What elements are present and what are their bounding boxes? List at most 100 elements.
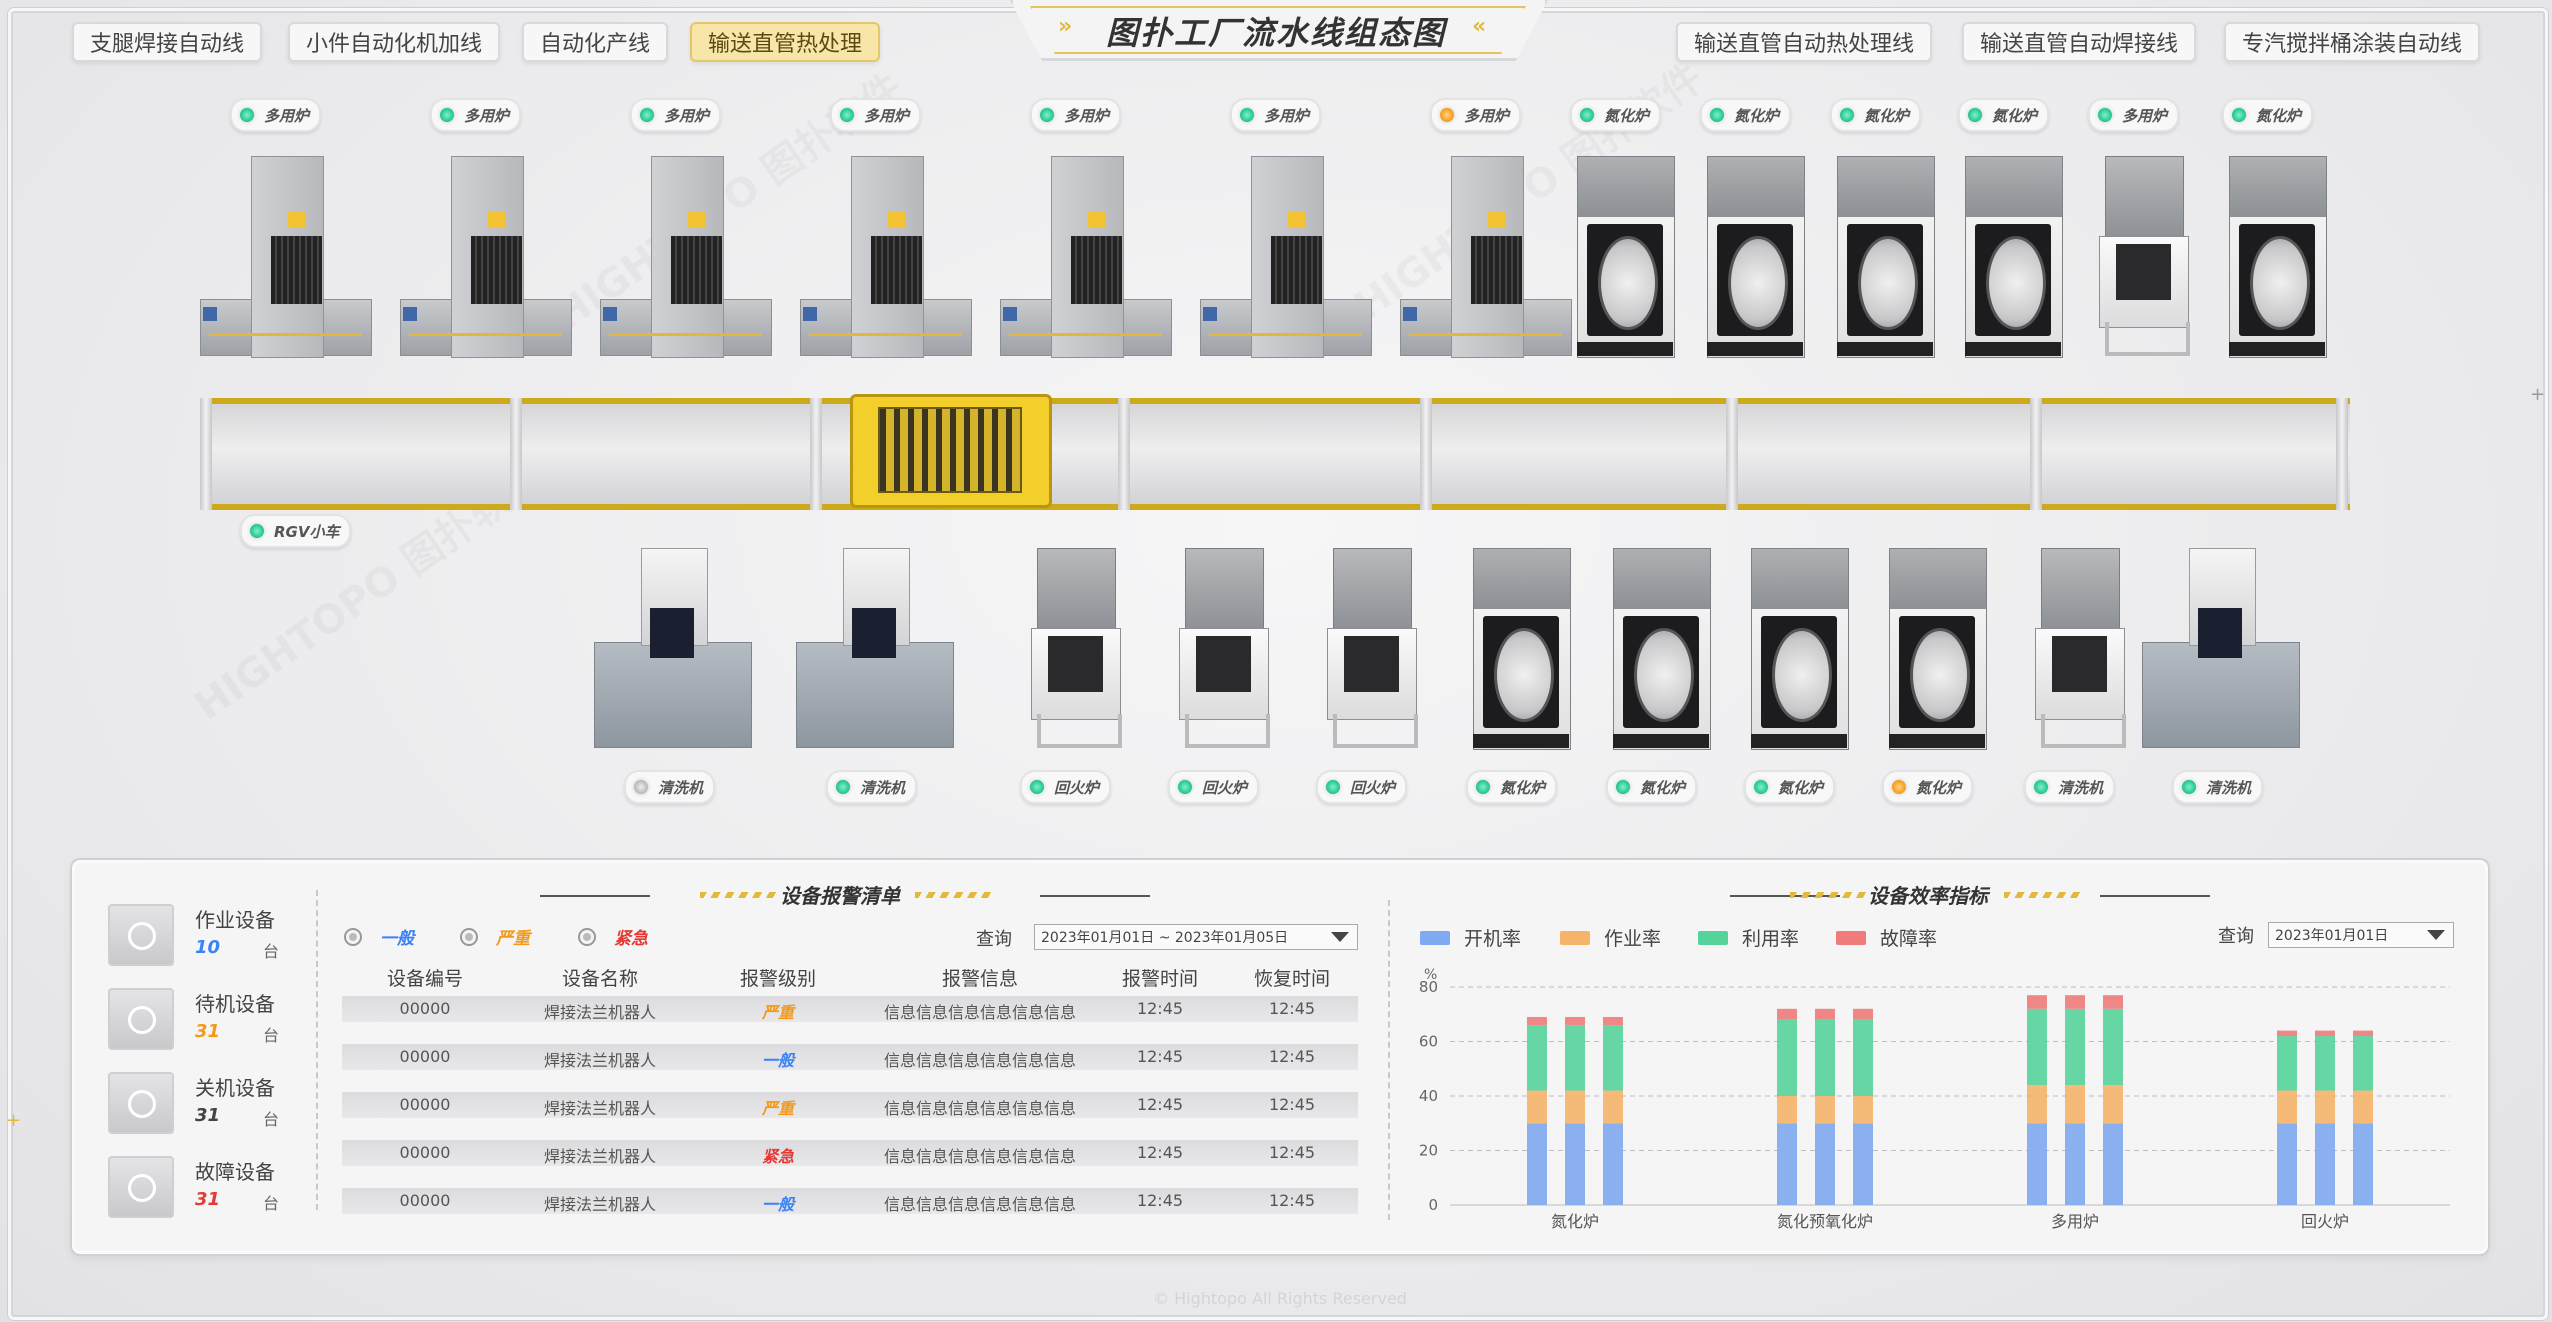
bar-segment[interactable] [2277,1123,2297,1205]
bar-segment[interactable] [2353,1090,2373,1124]
bar-segment[interactable] [1853,1019,1873,1096]
bar-segment[interactable] [2065,1085,2085,1124]
bar-segment[interactable] [1527,1123,1547,1205]
table-row[interactable]: 00000 焊接法兰机器人 严重 信息信息信息信息信息信息 12:45 12:45 [342,1092,1358,1118]
legend-item[interactable]: 利用率 [1698,924,1799,951]
bar-segment[interactable] [1853,1123,1873,1205]
bar-segment[interactable] [1777,1008,1797,1020]
furnace-machine[interactable] [1000,156,1172,358]
table-row[interactable]: 00000 焊接法兰机器人 一般 信息信息信息信息信息信息 12:45 12:45 [342,1188,1358,1214]
bar-segment[interactable] [1853,1008,1873,1020]
machine-label[interactable]: 氮化炉 [1466,770,1558,804]
machine-label[interactable]: 氮化炉 [1570,98,1662,132]
bar-segment[interactable] [2027,1085,2047,1124]
table-row[interactable]: 00000 焊接法兰机器人 一般 信息信息信息信息信息信息 12:45 12:45 [342,1044,1358,1070]
nitride-machine[interactable] [1837,156,1935,358]
nitride-machine[interactable] [1473,548,1571,750]
bar-segment[interactable] [1527,1090,1547,1124]
machine-label[interactable]: 氮化炉 [1744,770,1836,804]
legend-item[interactable]: 开机率 [1420,924,1521,951]
machine-label[interactable]: 多用炉 [630,98,722,132]
nitride-machine[interactable] [1751,548,1849,750]
tab-tuzhuang-line[interactable]: 专汽搅拌桶涂装自动线 [2224,22,2481,62]
tempering-machine[interactable] [1020,548,1130,748]
alarm-date-range-select[interactable]: 2023年01月01日 ~ 2023年01月05日 [1034,924,1358,950]
nitride-machine[interactable] [2229,156,2327,358]
machine-label[interactable]: 氮化炉 [2222,98,2314,132]
bar-segment[interactable] [2027,995,2047,1009]
machine-label[interactable]: 多用炉 [1430,98,1522,132]
bar-segment[interactable] [1777,1096,1797,1124]
nitride-machine[interactable] [1707,156,1805,358]
washer-machine[interactable] [2142,548,2300,748]
furnace-machine[interactable] [600,156,772,358]
bar-segment[interactable] [2027,1008,2047,1086]
machine-label[interactable]: 清洗机 [624,770,716,804]
filter-serious[interactable]: 严重 [460,924,530,949]
machine-label[interactable]: 清洗机 [2172,770,2264,804]
furnace-machine[interactable] [1200,156,1372,358]
filter-normal[interactable]: 一般 [344,924,414,949]
table-row[interactable]: 00000 焊接法兰机器人 紧急 信息信息信息信息信息信息 12:45 12:45 [342,1140,1358,1166]
machine-label[interactable]: 多用炉 [830,98,922,132]
machine-label[interactable]: 多用炉 [430,98,522,132]
bar-segment[interactable] [1565,1016,1585,1026]
bar-segment[interactable] [2065,1123,2085,1205]
bar-segment[interactable] [2315,1030,2335,1037]
bar-segment[interactable] [1603,1016,1623,1026]
bar-segment[interactable] [2277,1090,2297,1124]
machine-label[interactable]: 回火炉 [1168,770,1260,804]
nitride-machine[interactable] [1613,548,1711,750]
tempering-machine[interactable] [2024,548,2134,748]
bar-segment[interactable] [1603,1025,1623,1091]
bar-segment[interactable] [1815,1019,1835,1096]
bar-segment[interactable] [1815,1096,1835,1124]
washer-machine[interactable] [796,548,954,748]
bar-segment[interactable] [1565,1090,1585,1124]
bar-segment[interactable] [2103,1085,2123,1124]
furnace-machine[interactable] [200,156,372,358]
machine-label[interactable]: 回火炉 [1316,770,1408,804]
bar-segment[interactable] [1565,1123,1585,1205]
machine-label[interactable]: 多用炉 [230,98,322,132]
bar-segment[interactable] [2353,1030,2373,1037]
bar-segment[interactable] [1853,1096,1873,1124]
tab-xiaojian[interactable]: 小件自动化机加线 [288,22,501,62]
bar-segment[interactable] [1565,1025,1585,1091]
tab-rechuli[interactable]: 输送直管热处理 [690,22,881,62]
rgv-cart[interactable] [850,394,1052,508]
machine-label[interactable]: 多用炉 [2088,98,2180,132]
machine-label[interactable]: 多用炉 [1230,98,1322,132]
bar-segment[interactable] [1527,1016,1547,1026]
bar-segment[interactable] [1603,1123,1623,1205]
bar-segment[interactable] [1777,1123,1797,1205]
bar-segment[interactable] [2277,1036,2297,1091]
bar-segment[interactable] [2315,1036,2335,1091]
bar-segment[interactable] [2315,1123,2335,1205]
table-row[interactable]: 00000 焊接法兰机器人 严重 信息信息信息信息信息信息 12:45 12:45 [342,996,1358,1022]
efficiency-date-select[interactable]: 2023年01月01日 [2268,922,2454,948]
tempering-machine[interactable] [1316,548,1426,748]
bar-segment[interactable] [2103,1123,2123,1205]
nitride-machine[interactable] [1965,156,2063,358]
rgv-label[interactable]: RGV小车 [240,514,352,548]
furnace-machine[interactable] [800,156,972,358]
bar-segment[interactable] [2277,1030,2297,1037]
bar-segment[interactable] [1777,1019,1797,1096]
machine-label[interactable]: 氮化炉 [1830,98,1922,132]
bar-segment[interactable] [2353,1123,2373,1205]
legend-item[interactable]: 作业率 [1560,924,1661,951]
machine-label[interactable]: 氮化炉 [1958,98,2050,132]
tempering-machine[interactable] [2088,156,2198,356]
tab-zhitui[interactable]: 支腿焊接自动线 [72,22,263,62]
machine-label[interactable]: 回火炉 [1020,770,1112,804]
machine-label[interactable]: 多用炉 [1030,98,1122,132]
machine-label[interactable]: 清洗机 [2024,770,2116,804]
bar-segment[interactable] [2103,1008,2123,1086]
machine-label[interactable]: 氮化炉 [1700,98,1792,132]
tab-rechuli-line[interactable]: 输送直管自动热处理线 [1676,22,1933,62]
machine-label[interactable]: 清洗机 [826,770,918,804]
bar-segment[interactable] [1527,1025,1547,1091]
bar-segment[interactable] [2065,1008,2085,1086]
machine-label[interactable]: 氮化炉 [1882,770,1974,804]
